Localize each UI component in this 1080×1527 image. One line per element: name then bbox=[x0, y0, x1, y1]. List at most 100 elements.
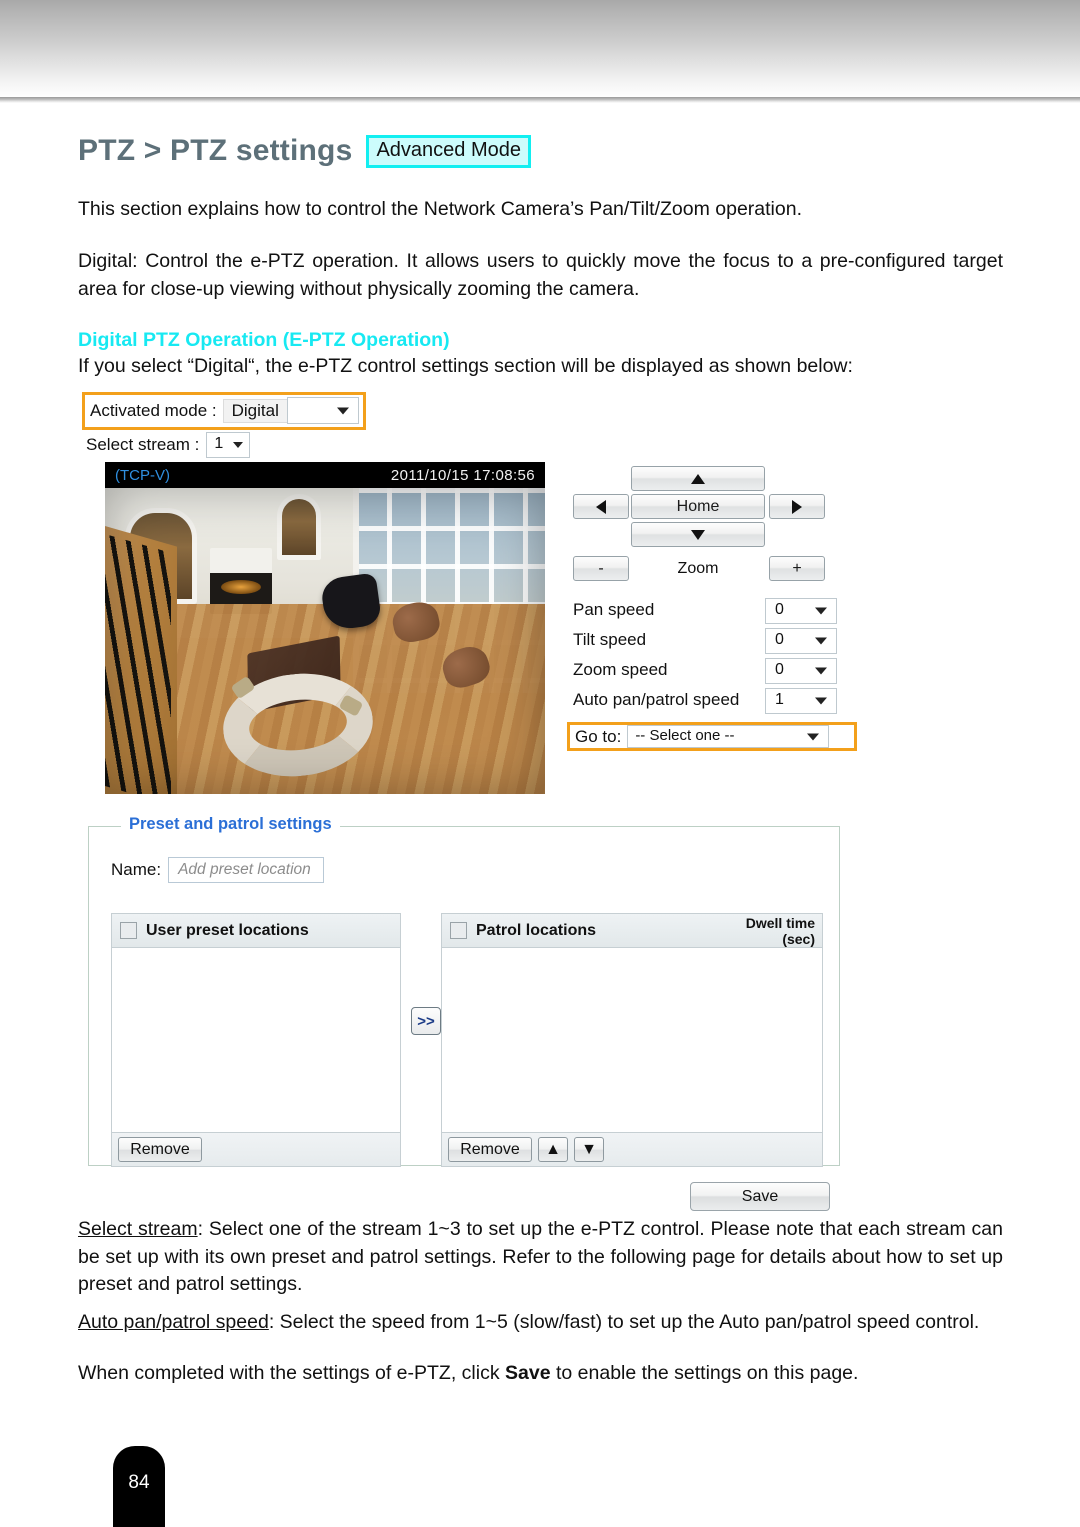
video-status-bar: (TCP-V) 2011/10/15 17:08:56 bbox=[105, 462, 545, 488]
zoom-out-button[interactable]: - bbox=[573, 556, 629, 581]
dwell-time-line2: (sec) bbox=[782, 931, 815, 948]
pan-speed-label: Pan speed bbox=[573, 600, 655, 619]
zoom-label: Zoom bbox=[677, 559, 719, 577]
zoom-speed-value: 0 bbox=[775, 661, 784, 678]
select-stream-term: Select stream bbox=[78, 1218, 198, 1240]
select-stream-description: : Select one of the stream 1~3 to set up… bbox=[78, 1218, 1003, 1296]
preset-patrol-legend: Preset and patrol settings bbox=[121, 815, 340, 834]
select-stream-select[interactable]: 1 bbox=[206, 432, 251, 458]
page-title: PTZ > PTZ settings Advanced Mode bbox=[78, 134, 532, 168]
video-preview[interactable]: (TCP-V) 2011/10/15 17:08:56 bbox=[105, 462, 545, 794]
tilt-speed-row: Tilt speed 0 bbox=[573, 628, 863, 654]
page-number: 84 bbox=[128, 1472, 150, 1493]
patrol-footer: Remove ▲ ▼ bbox=[441, 1133, 823, 1167]
page-header-band bbox=[0, 0, 1080, 97]
chevron-down-icon bbox=[815, 667, 827, 675]
dwell-time-header: Dwell time (sec) bbox=[746, 915, 815, 947]
select-stream-label: Select stream : bbox=[86, 435, 200, 454]
patrol-header: Patrol locations Dwell time (sec) bbox=[441, 913, 823, 948]
completed-text-post: to enable the settings on this page. bbox=[550, 1362, 859, 1384]
section-heading: Digital PTZ Operation (E-PTZ Operation) bbox=[78, 329, 450, 351]
preset-name-row: Name: Add preset location bbox=[111, 857, 325, 883]
pan-speed-select[interactable]: 0 bbox=[765, 598, 837, 624]
patrol-list[interactable] bbox=[441, 948, 823, 1133]
move-patrol-down-button[interactable]: ▼ bbox=[574, 1137, 604, 1162]
pan-right-button[interactable] bbox=[769, 494, 825, 519]
eptz-settings-screenshot: Activated mode : Digital Select stream :… bbox=[78, 386, 948, 1216]
triangle-up-icon bbox=[691, 473, 705, 484]
pan-down-button[interactable] bbox=[631, 522, 765, 547]
triangle-left-icon bbox=[596, 499, 606, 514]
tilt-speed-label: Tilt speed bbox=[573, 630, 647, 649]
chevron-down-icon bbox=[815, 637, 827, 645]
pan-up-button[interactable] bbox=[631, 466, 765, 491]
zoom-speed-label: Zoom speed bbox=[573, 660, 668, 679]
patrol-select-all-checkbox[interactable] bbox=[450, 922, 467, 939]
save-button[interactable]: Save bbox=[690, 1182, 830, 1211]
pan-left-button[interactable] bbox=[573, 494, 629, 519]
remove-preset-button[interactable]: Remove bbox=[118, 1137, 202, 1162]
user-preset-list[interactable] bbox=[111, 948, 401, 1133]
auto-pan-paragraph: Auto pan/patrol speed: Select the speed … bbox=[78, 1309, 1003, 1337]
page-title-text: PTZ > PTZ settings bbox=[78, 134, 353, 167]
select-stream-paragraph: Select stream: Select one of the stream … bbox=[78, 1216, 1003, 1299]
patrol-locations-panel: Patrol locations Dwell time (sec) Remove… bbox=[441, 913, 823, 1167]
activated-mode-value: Digital bbox=[222, 398, 287, 423]
video-vignette bbox=[105, 488, 545, 794]
home-button[interactable]: Home bbox=[631, 494, 765, 519]
chevron-down-icon bbox=[336, 407, 349, 414]
header-divider bbox=[0, 97, 1080, 103]
goto-select[interactable]: -- Select one -- bbox=[627, 725, 830, 748]
user-preset-footer: Remove bbox=[111, 1133, 401, 1167]
completed-paragraph: When completed with the settings of e-PT… bbox=[78, 1360, 1003, 1388]
user-preset-locations-panel: User preset locations Remove bbox=[111, 913, 401, 1167]
zoom-in-button[interactable]: + bbox=[769, 556, 825, 581]
section-intro-paragraph: If you select “Digital“, the e-PTZ contr… bbox=[78, 355, 853, 377]
tilt-speed-select[interactable]: 0 bbox=[765, 628, 837, 654]
completed-text-pre: When completed with the settings of e-PT… bbox=[78, 1362, 506, 1384]
preset-patrol-fieldset: Preset and patrol settings Name: Add pre… bbox=[88, 815, 840, 1167]
zoom-speed-select[interactable]: 0 bbox=[765, 658, 837, 684]
digital-paragraph: Digital: Control the e-PTZ operation. It… bbox=[78, 250, 1003, 300]
triangle-down-icon bbox=[691, 529, 705, 540]
dwell-time-line1: Dwell time bbox=[745, 915, 815, 931]
preset-name-placeholder: Add preset location bbox=[178, 861, 311, 878]
auto-pan-speed-row: Auto pan/patrol speed 1 bbox=[573, 688, 863, 714]
select-stream-row: Select stream : 1 bbox=[86, 432, 251, 458]
chevron-down-icon bbox=[815, 697, 827, 705]
pan-speed-row: Pan speed 0 bbox=[573, 598, 863, 624]
chevron-down-icon bbox=[807, 733, 820, 740]
video-frame-image bbox=[105, 488, 545, 794]
goto-row: Go to: -- Select one -- bbox=[567, 722, 857, 751]
activated-mode-label: Activated mode : bbox=[90, 400, 217, 420]
auto-pan-term: Auto pan/patrol speed bbox=[78, 1311, 269, 1333]
move-patrol-up-button[interactable]: ▲ bbox=[538, 1137, 568, 1162]
chevron-down-icon bbox=[233, 442, 244, 448]
activated-mode-select[interactable] bbox=[286, 397, 359, 424]
tilt-speed-value: 0 bbox=[775, 631, 784, 648]
completed-save-word: Save bbox=[505, 1362, 551, 1384]
intro-paragraph: This section explains how to control the… bbox=[78, 198, 802, 220]
patrol-title: Patrol locations bbox=[476, 921, 597, 939]
triangle-right-icon bbox=[792, 499, 802, 514]
preset-name-input[interactable]: Add preset location bbox=[168, 857, 325, 883]
move-to-patrol-button[interactable]: >> bbox=[411, 1007, 441, 1035]
auto-pan-description: : Select the speed from 1~5 (slow/fast) … bbox=[268, 1311, 980, 1333]
advanced-mode-badge: Advanced Mode bbox=[366, 134, 532, 168]
chevron-down-icon bbox=[815, 607, 827, 615]
pan-speed-value: 0 bbox=[775, 601, 784, 618]
user-preset-title: User preset locations bbox=[146, 921, 309, 939]
page-number-tab: 84 bbox=[113, 1446, 165, 1527]
zoom-speed-row: Zoom speed 0 bbox=[573, 658, 863, 684]
goto-label: Go to: bbox=[575, 726, 622, 746]
user-preset-select-all-checkbox[interactable] bbox=[120, 922, 137, 939]
video-timestamp: 2011/10/15 17:08:56 bbox=[390, 466, 535, 484]
auto-pan-speed-value: 1 bbox=[775, 691, 784, 708]
activated-mode-row: Activated mode : Digital bbox=[82, 392, 366, 430]
auto-pan-speed-label: Auto pan/patrol speed bbox=[573, 690, 740, 709]
preset-name-label: Name: bbox=[111, 860, 162, 879]
select-stream-value: 1 bbox=[214, 435, 224, 452]
goto-value: -- Select one -- bbox=[635, 727, 735, 744]
auto-pan-speed-select[interactable]: 1 bbox=[765, 688, 837, 714]
remove-patrol-button[interactable]: Remove bbox=[448, 1137, 532, 1162]
